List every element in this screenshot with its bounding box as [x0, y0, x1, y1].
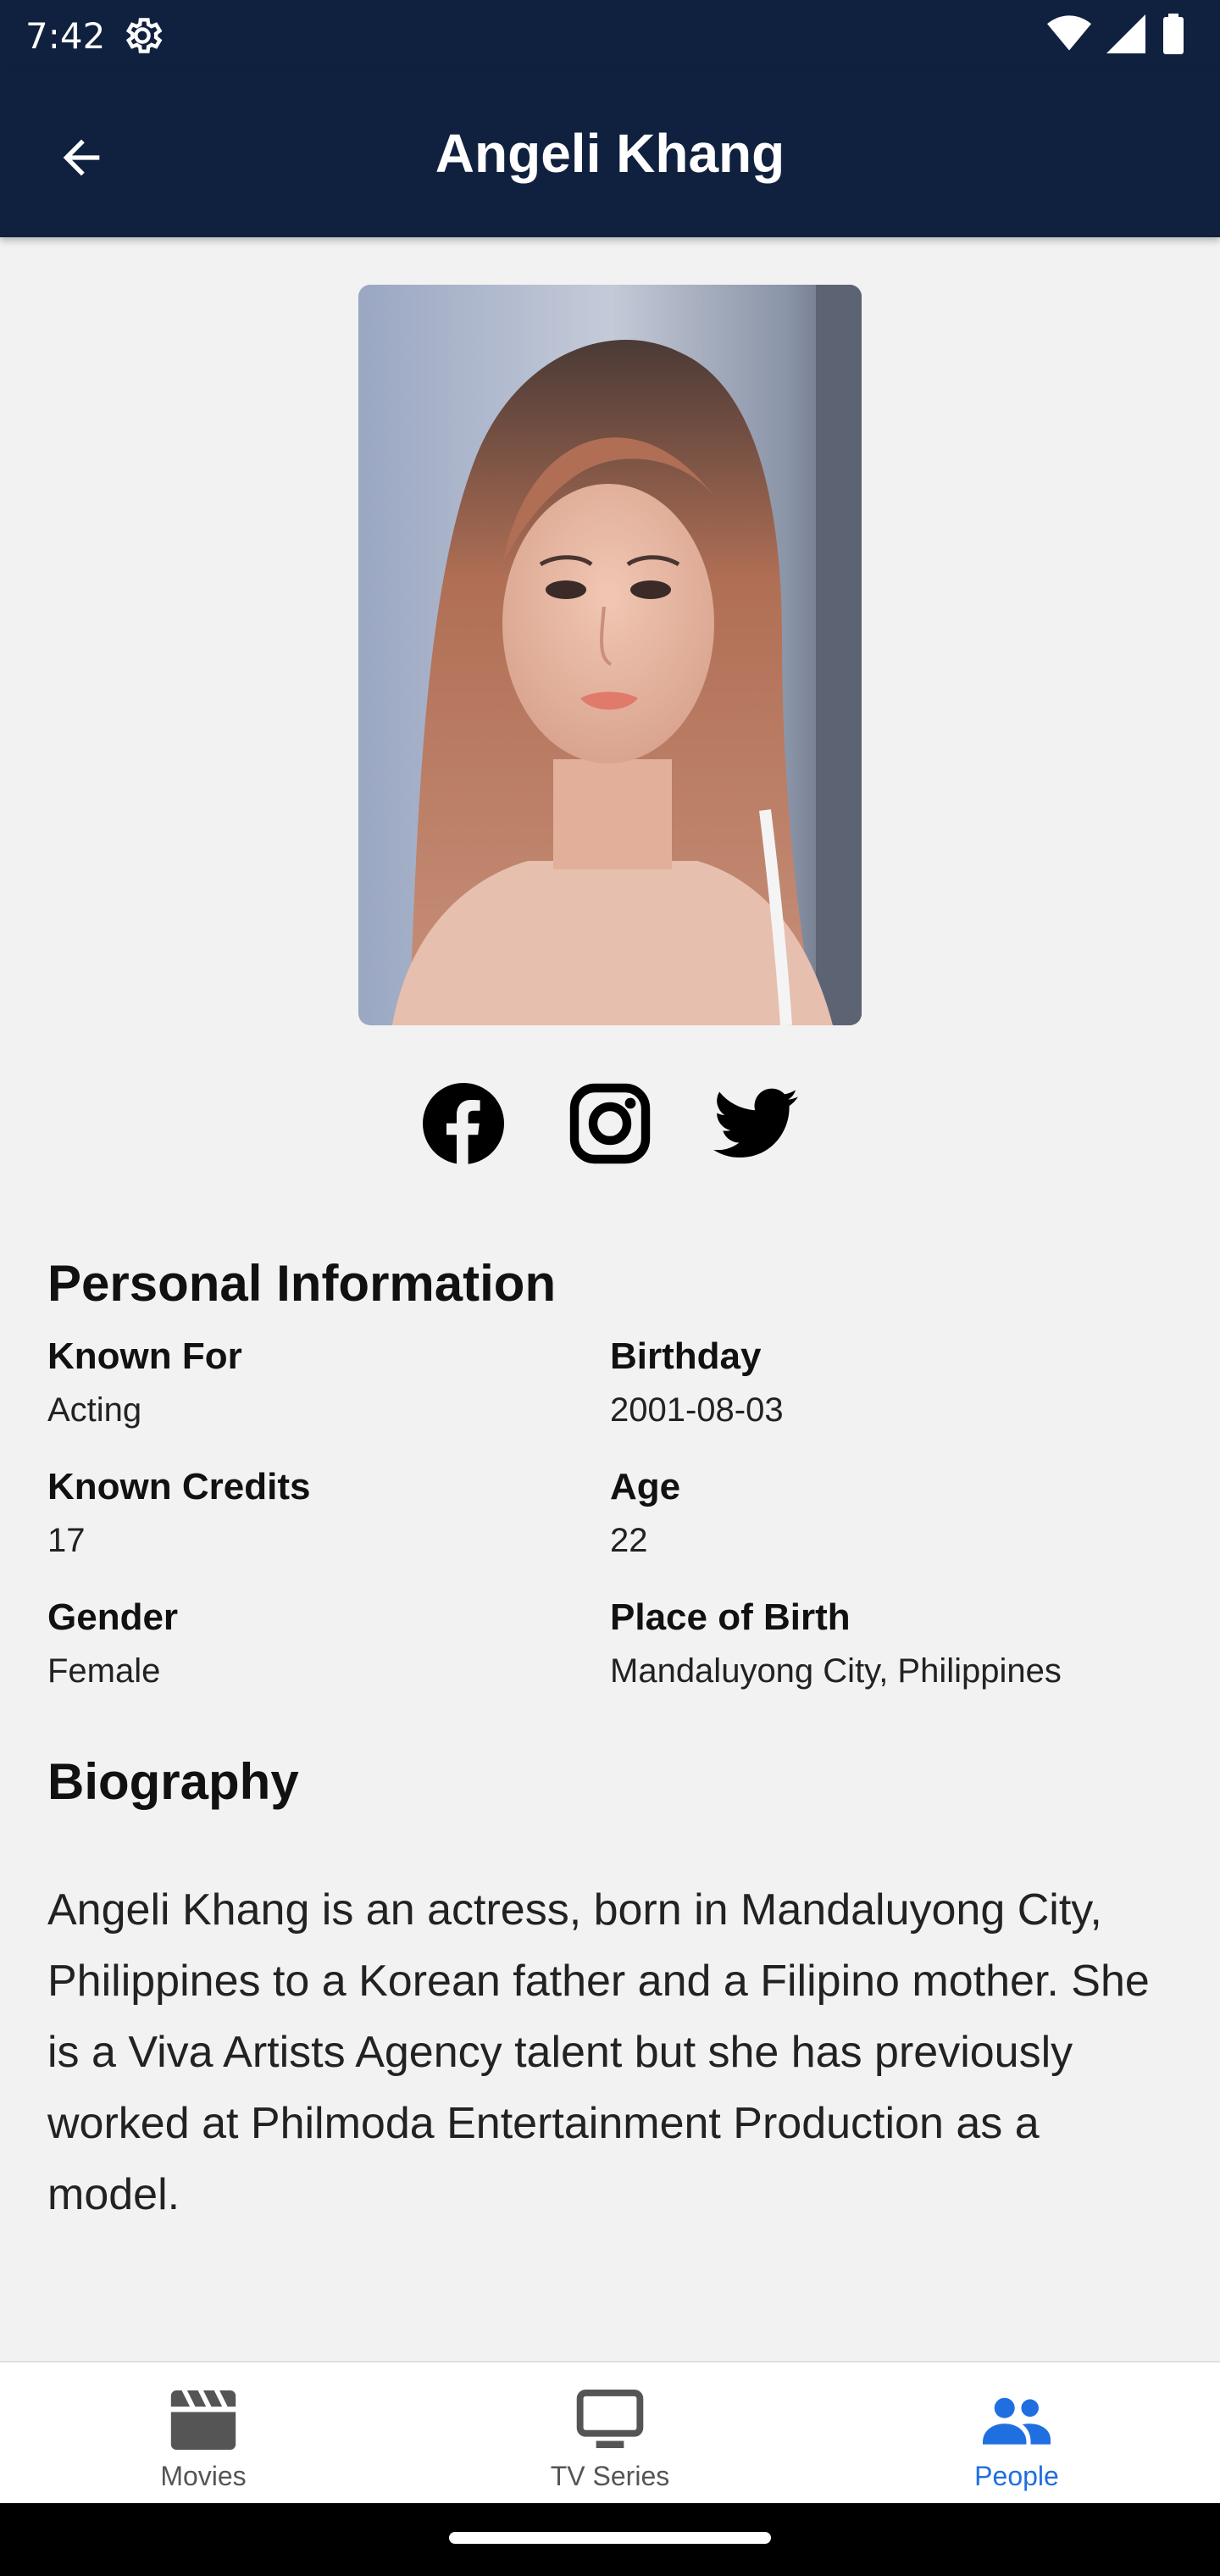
- twitter-icon: [713, 1088, 798, 1158]
- facebook-icon: [423, 1083, 504, 1164]
- nav-people[interactable]: People: [813, 2362, 1220, 2505]
- age-label: Age: [610, 1466, 681, 1507]
- status-bar: 7:42: [0, 0, 1220, 71]
- gesture-bar: [0, 2503, 1220, 2576]
- known-for-value: Acting: [47, 1391, 142, 1429]
- people-icon: [983, 2397, 1051, 2445]
- wifi-icon: [1047, 15, 1091, 51]
- birthday-value: 2001-08-03: [610, 1391, 784, 1429]
- nav-people-label: People: [974, 2461, 1059, 2491]
- personal-info-title: Personal Information: [47, 1255, 557, 1312]
- facebook-button[interactable]: [421, 1081, 506, 1166]
- tv-icon: [576, 2390, 644, 2449]
- biography-title: Biography: [47, 1753, 299, 1810]
- birthday-label: Birthday: [610, 1335, 762, 1377]
- nav-movies-label: Movies: [160, 2461, 247, 2491]
- nav-tv-series-label: TV Series: [550, 2461, 670, 2491]
- nav-movies[interactable]: Movies: [0, 2362, 407, 2505]
- known-credits-label: Known Credits: [47, 1466, 311, 1507]
- portrait-image: [358, 285, 862, 1025]
- instagram-button[interactable]: [568, 1081, 652, 1166]
- age-value: 22: [610, 1522, 648, 1559]
- home-gesture-handle[interactable]: [449, 2532, 771, 2544]
- nav-tv-series[interactable]: TV Series: [407, 2362, 813, 2505]
- status-icons: [1047, 14, 1186, 54]
- profile-photo: [358, 285, 862, 1025]
- bottom-navigation: Movies TV Series People: [0, 2361, 1220, 2503]
- instagram-icon: [569, 1083, 651, 1164]
- place-of-birth-label: Place of Birth: [610, 1596, 851, 1638]
- gender-value: Female: [47, 1652, 161, 1690]
- status-time: 7:42: [25, 15, 106, 57]
- battery-icon: [1163, 14, 1184, 54]
- signal-icon: [1106, 14, 1145, 53]
- known-for-label: Known For: [47, 1335, 242, 1377]
- settings-gear-icon: [125, 18, 163, 53]
- known-credits-value: 17: [47, 1522, 86, 1559]
- place-of-birth-value: Mandaluyong City, Philippines: [610, 1652, 1062, 1690]
- app-bar: Angeli Khang: [0, 71, 1220, 237]
- gender-label: Gender: [47, 1596, 179, 1638]
- twitter-button[interactable]: [713, 1081, 798, 1166]
- page-title: Angeli Khang: [435, 123, 785, 184]
- clapperboard-icon: [170, 2390, 236, 2450]
- biography-text: Angeli Khang is an actress, born in Mand…: [47, 1885, 1150, 2219]
